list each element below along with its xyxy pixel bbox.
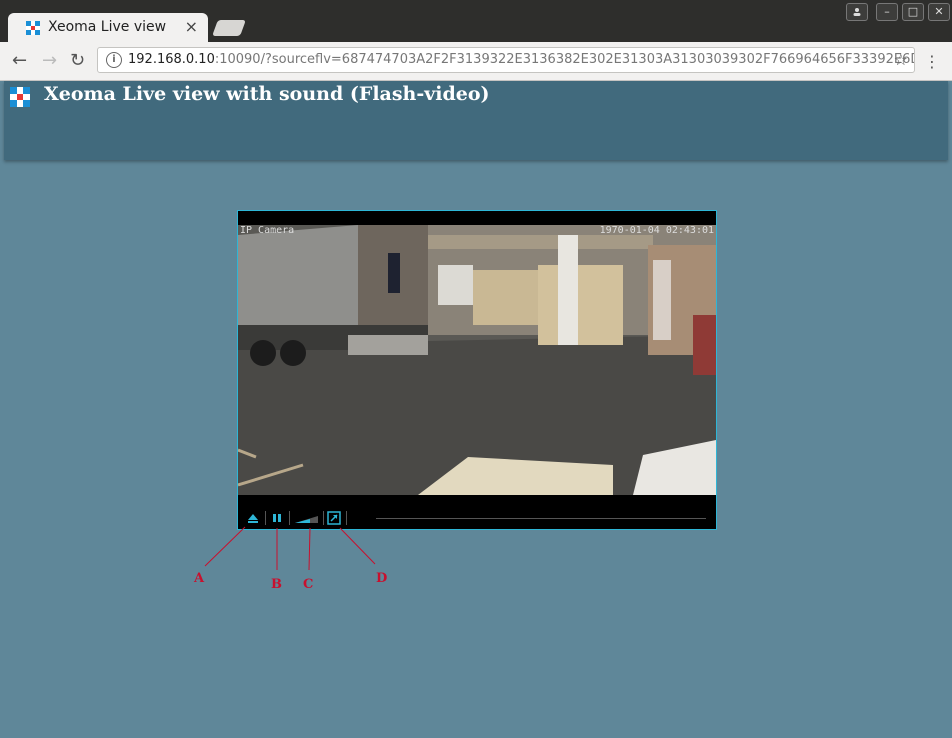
annotation-label-a: A	[194, 571, 205, 586]
annotation-label-d: D	[376, 571, 388, 586]
annotation-lines	[204, 526, 376, 571]
annotation-label-b: B	[271, 577, 282, 592]
annotation-label-c: C	[303, 577, 314, 592]
